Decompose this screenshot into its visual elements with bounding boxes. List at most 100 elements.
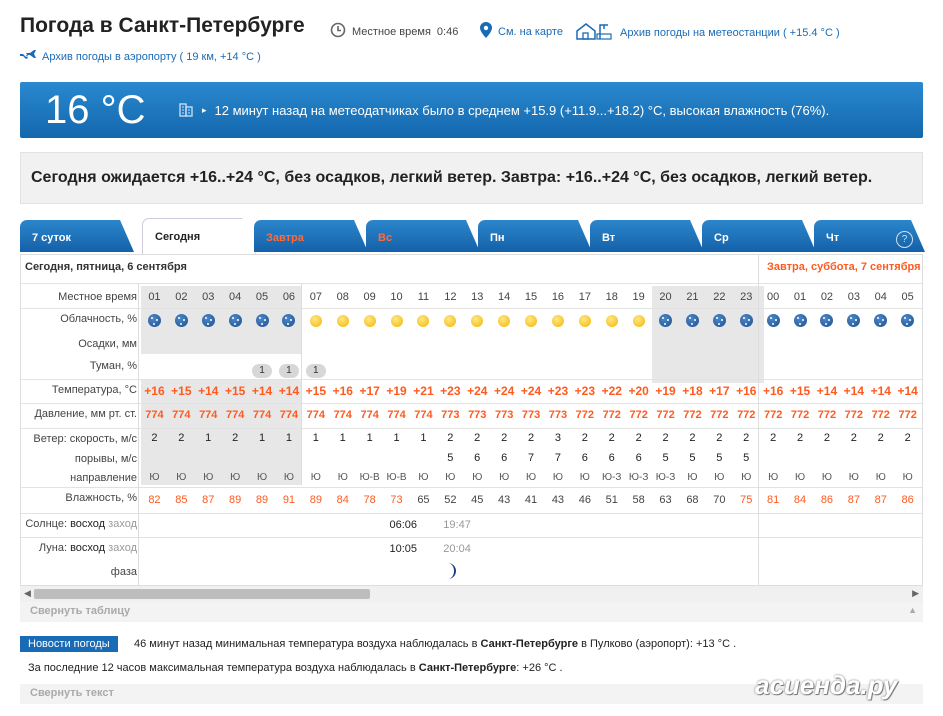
wind-cell: 2 xyxy=(447,432,454,444)
pressure-cell: 772 xyxy=(844,409,864,421)
tab-5[interactable]: Вт xyxy=(590,220,704,252)
direction-cell: Ю xyxy=(848,472,859,483)
fog-icon: 1 xyxy=(278,364,299,378)
direction-cell: Ю xyxy=(525,472,537,483)
sun-rise-label: восход xyxy=(70,518,106,530)
map-pin-icon xyxy=(480,22,492,41)
hour-cell: 02 xyxy=(820,291,834,303)
tab-label[interactable]: Вс xyxy=(378,232,392,244)
tab-0[interactable]: 7 суток xyxy=(20,220,134,252)
direction-cell: Ю xyxy=(579,472,590,483)
scrollbar-thumb[interactable] xyxy=(34,589,370,599)
station-archive-link[interactable]: Архив погоды на метеостанции ( +15.4 °C … xyxy=(576,22,840,43)
gust-cell: 5 xyxy=(689,452,696,464)
table-scrollbar[interactable]: ◀ ▶ xyxy=(20,586,923,602)
clear-night-icon xyxy=(847,314,861,327)
moon-phase-cell xyxy=(437,562,464,585)
news-line-2-value: : +26 °C . xyxy=(516,662,563,674)
cloud-cell xyxy=(814,314,841,332)
tab-label[interactable]: Ср xyxy=(714,232,729,244)
collapse-text-label[interactable]: Свернуть текст xyxy=(30,687,114,699)
wind-cell: 2 xyxy=(474,432,481,444)
tab-label[interactable]: Чт xyxy=(826,232,839,244)
scroll-left-icon[interactable]: ◀ xyxy=(24,588,31,599)
tab-4[interactable]: Пн xyxy=(478,220,592,252)
direction-cell: Ю-З xyxy=(655,472,676,483)
news-badge: Новости погоды xyxy=(20,636,118,652)
hour-cell: 07 xyxy=(309,291,322,303)
wind-cell: 2 xyxy=(501,432,508,444)
temperature-cell: +24 xyxy=(520,384,542,398)
hour-cell: 02 xyxy=(175,291,188,303)
cloud-cell xyxy=(222,314,249,332)
map-link[interactable]: См. на карте xyxy=(480,22,563,41)
temperature-cell: +14 xyxy=(198,384,219,398)
tab-label[interactable]: Вт xyxy=(602,232,615,244)
site-watermark: асиенда.ру xyxy=(755,670,898,700)
pressure-cell: 772 xyxy=(656,409,675,421)
tab-3[interactable]: Вс xyxy=(366,220,480,252)
wind-cell: 2 xyxy=(581,432,588,444)
hour-cell: 05 xyxy=(255,291,269,303)
humidity-cell: 91 xyxy=(282,494,296,506)
wind-cell: 2 xyxy=(527,432,535,444)
station-archive-label[interactable]: Архив погоды на метеостанции ( +15.4 °C … xyxy=(620,27,840,39)
direction-cell: Ю-В xyxy=(359,472,380,483)
gust-cell: 5 xyxy=(662,452,669,464)
tab-label[interactable]: Сегодня xyxy=(155,231,200,243)
temperature-cell: +19 xyxy=(386,384,407,398)
airport-archive-label[interactable]: Архив погоды в аэропорту ( 19 км, +14 °C… xyxy=(42,51,261,63)
tab-7[interactable]: Чт? xyxy=(814,220,925,252)
tab-label[interactable]: Пн xyxy=(490,232,505,244)
hour-cell: 01 xyxy=(793,291,807,303)
temperature-cell: +16 xyxy=(762,384,784,398)
cloud-cell xyxy=(840,314,867,332)
collapse-table-button[interactable]: Свернуть таблицу ▲ xyxy=(20,602,923,622)
wind-cell: 1 xyxy=(420,432,427,444)
hour-cell: 20 xyxy=(659,291,672,303)
humidity-cell: 52 xyxy=(444,494,457,506)
tab-6[interactable]: Ср xyxy=(702,220,816,252)
sun-prefix: Солнце: xyxy=(25,518,68,530)
row-label-moon: Луна: восход заход xyxy=(21,542,137,554)
temperature-cell: +14 xyxy=(278,384,300,398)
hour-cell: 18 xyxy=(605,291,618,303)
scroll-right-icon[interactable]: ▶ xyxy=(912,588,919,599)
clear-night-icon xyxy=(228,314,242,327)
cloud-cell xyxy=(464,314,491,332)
tab-label[interactable]: 7 суток xyxy=(32,232,71,244)
clear-night-icon xyxy=(739,314,753,327)
temperature-cell: +17 xyxy=(359,384,380,398)
hour-cell: 22 xyxy=(713,291,726,303)
humidity-cell: 75 xyxy=(740,494,753,506)
tab-label[interactable]: Завтра xyxy=(266,232,304,244)
temperature-cell: +20 xyxy=(628,384,649,398)
gust-cell: 5 xyxy=(716,452,723,464)
wind-cell: 1 xyxy=(312,432,319,444)
wind-cell: 2 xyxy=(904,432,911,444)
hour-cell: 17 xyxy=(578,291,591,303)
map-link-label[interactable]: См. на карте xyxy=(498,26,563,38)
cloud-cell xyxy=(518,314,545,332)
hour-cell: 00 xyxy=(767,291,780,303)
humidity-cell: 65 xyxy=(417,494,430,506)
collapse-table-label[interactable]: Свернуть таблицу xyxy=(30,605,130,617)
wind-cell: 2 xyxy=(770,432,777,444)
humidity-cell: 46 xyxy=(578,494,591,506)
row-label-precip: Осадки, мм xyxy=(78,338,137,350)
help-icon[interactable]: ? xyxy=(896,231,913,248)
tab-2[interactable]: Завтра xyxy=(254,220,368,252)
chevron-up-icon[interactable]: ▲ xyxy=(908,605,917,615)
wind-cell: 2 xyxy=(662,432,669,444)
pressure-cell: 772 xyxy=(763,409,783,421)
moon-prefix: Луна: xyxy=(38,542,68,554)
clear-night-icon xyxy=(659,314,673,327)
direction-cell: Ю xyxy=(337,472,348,483)
humidity-cell: 41 xyxy=(524,494,538,506)
airport-archive-link[interactable]: Архив погоды в аэропорту ( 19 км, +14 °C… xyxy=(20,48,261,65)
clear-night-icon xyxy=(820,314,834,327)
clear-sky-icon xyxy=(632,315,645,327)
gust-cell: 5 xyxy=(743,452,750,464)
clear-night-icon xyxy=(685,314,699,327)
tab-1[interactable]: Сегодня xyxy=(142,218,256,254)
